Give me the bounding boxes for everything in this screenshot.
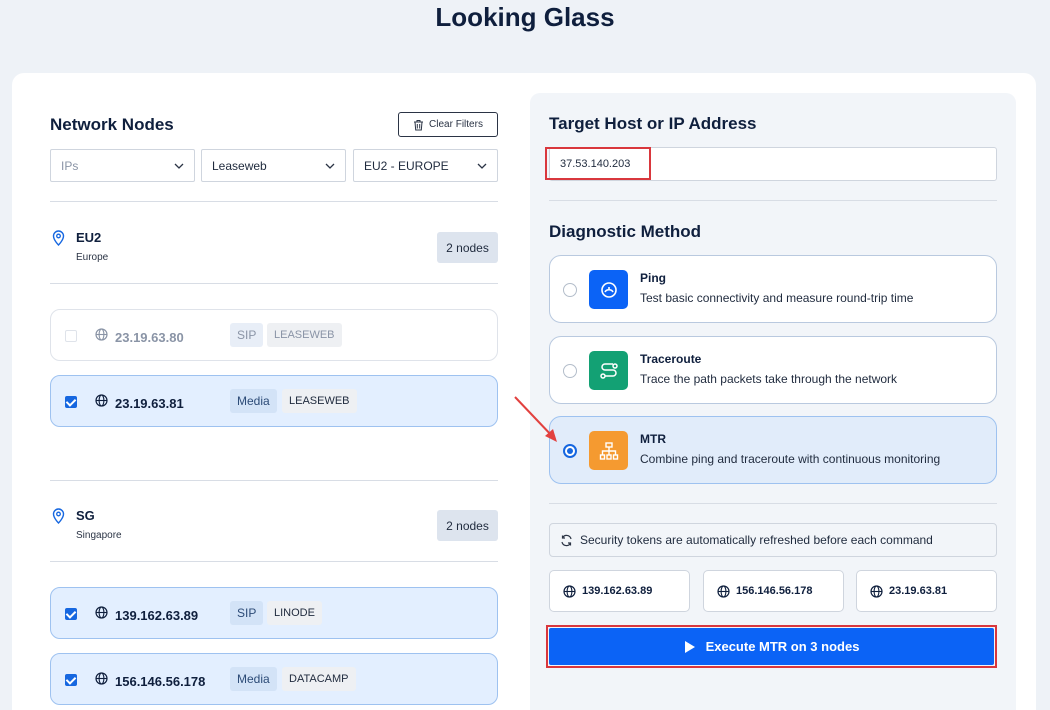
node-provider-tag: LEASEWEB (267, 323, 342, 347)
node-checkbox[interactable] (65, 396, 77, 408)
method-option-traceroute[interactable]: Traceroute Trace the path packets take t… (549, 336, 997, 404)
divider (50, 480, 498, 481)
selected-node-ip: 139.162.63.89 (582, 585, 653, 597)
node-type-tag: SIP (230, 323, 264, 347)
node-row[interactable]: 23.19.63.81 Media LEASEWEB (50, 375, 498, 427)
map-pin-icon (52, 508, 65, 524)
execute-label: Execute MTR on 3 nodes (705, 639, 860, 654)
chevron-down-icon (477, 163, 487, 169)
provider-filter-value: Leaseweb (212, 158, 267, 173)
node-provider-tag: LINODE (267, 601, 322, 625)
execute-button[interactable]: Execute MTR on 3 nodes (549, 628, 994, 665)
region-name: Singapore (76, 530, 122, 541)
target-host-value[interactable]: 37.53.140.203 (545, 147, 651, 180)
region-header-eu2: EU2 Europe 2 nodes (50, 230, 498, 270)
globe-icon (717, 584, 730, 598)
node-type-tag: Media (230, 389, 277, 413)
selected-node-ip: 156.146.56.178 (736, 585, 813, 597)
security-token-text: Security tokens are automatically refres… (580, 533, 933, 547)
node-count-badge: 2 nodes (437, 510, 498, 541)
page-title: Looking Glass (435, 2, 615, 32)
target-heading: Target Host or IP Address (549, 114, 757, 133)
node-ip: 156.146.56.178 (115, 674, 206, 689)
method-radio[interactable] (563, 364, 577, 378)
node-ip: 23.19.63.81 (115, 396, 184, 411)
ping-icon (589, 270, 628, 309)
globe-icon (563, 584, 576, 598)
provider-filter-select[interactable]: Leaseweb (201, 149, 346, 182)
network-nodes-heading: Network Nodes (50, 115, 174, 134)
node-provider-tag: DATACAMP (282, 667, 356, 691)
selected-node-chip: 156.146.56.178 (703, 570, 844, 612)
divider (50, 283, 498, 284)
method-description: Test basic connectivity and measure roun… (640, 291, 914, 305)
globe-icon (95, 606, 108, 619)
method-description: Trace the path packets take through the … (640, 372, 898, 386)
node-ip: 23.19.63.80 (115, 330, 184, 345)
node-type-tag: Media (230, 667, 277, 691)
node-ip: 139.162.63.89 (115, 608, 199, 623)
node-count-badge: 2 nodes (437, 232, 498, 263)
divider (549, 503, 997, 504)
play-icon (684, 640, 695, 653)
method-radio[interactable] (563, 444, 577, 458)
map-pin-icon (52, 230, 65, 246)
region-code: EU2 (76, 230, 102, 245)
divider (549, 200, 997, 201)
execute-highlight: Execute MTR on 3 nodes (546, 625, 997, 668)
node-provider-tag: LEASEWEB (282, 389, 357, 413)
globe-icon (95, 394, 108, 407)
ips-filter-select[interactable]: IPs (50, 149, 195, 182)
region-header-sg: SG Singapore 2 nodes (50, 508, 498, 548)
method-option-mtr[interactable]: MTR Combine ping and traceroute with con… (549, 416, 997, 484)
region-code: SG (76, 508, 95, 523)
region-name: Europe (76, 252, 109, 263)
chevron-down-icon (174, 163, 184, 169)
method-title: Ping (640, 271, 666, 285)
clear-filters-button[interactable]: Clear Filters (398, 112, 498, 137)
node-type-tag: SIP (230, 601, 264, 625)
node-checkbox[interactable] (65, 608, 77, 620)
node-row[interactable]: 156.146.56.178 Media DATACAMP (50, 653, 498, 705)
method-title: MTR (640, 432, 666, 446)
ips-filter-value: IPs (61, 158, 79, 173)
method-radio[interactable] (563, 283, 577, 297)
globe-icon (870, 584, 883, 598)
method-title: Traceroute (640, 352, 702, 366)
network-tree-icon (589, 431, 628, 470)
security-token-notice: Security tokens are automatically refres… (549, 523, 997, 557)
method-description: Combine ping and traceroute with continu… (640, 452, 941, 466)
divider (50, 561, 498, 562)
selected-node-chip: 139.162.63.89 (549, 570, 690, 612)
divider (50, 201, 498, 202)
node-row[interactable]: 139.162.63.89 SIP LINODE (50, 587, 498, 639)
region-filter-value: EU2 - EUROPE (364, 158, 449, 173)
node-row[interactable]: 23.19.63.80 SIP LEASEWEB (50, 309, 498, 361)
refresh-icon (561, 534, 572, 546)
node-checkbox[interactable] (65, 674, 77, 686)
diagnostic-method-heading: Diagnostic Method (549, 222, 702, 241)
chevron-down-icon (325, 163, 335, 169)
selected-node-chip: 23.19.63.81 (856, 570, 997, 612)
annotation-arrow-icon (514, 396, 557, 442)
region-filter-select[interactable]: EU2 - EUROPE (353, 149, 498, 182)
clear-filters-label: Clear Filters (429, 119, 483, 130)
route-icon (589, 351, 628, 390)
globe-icon (95, 328, 108, 341)
selected-node-ip: 23.19.63.81 (889, 585, 948, 597)
globe-icon (95, 672, 108, 685)
node-checkbox[interactable] (65, 330, 77, 342)
trash-icon (414, 119, 424, 130)
method-option-ping[interactable]: Ping Test basic connectivity and measure… (549, 255, 997, 323)
